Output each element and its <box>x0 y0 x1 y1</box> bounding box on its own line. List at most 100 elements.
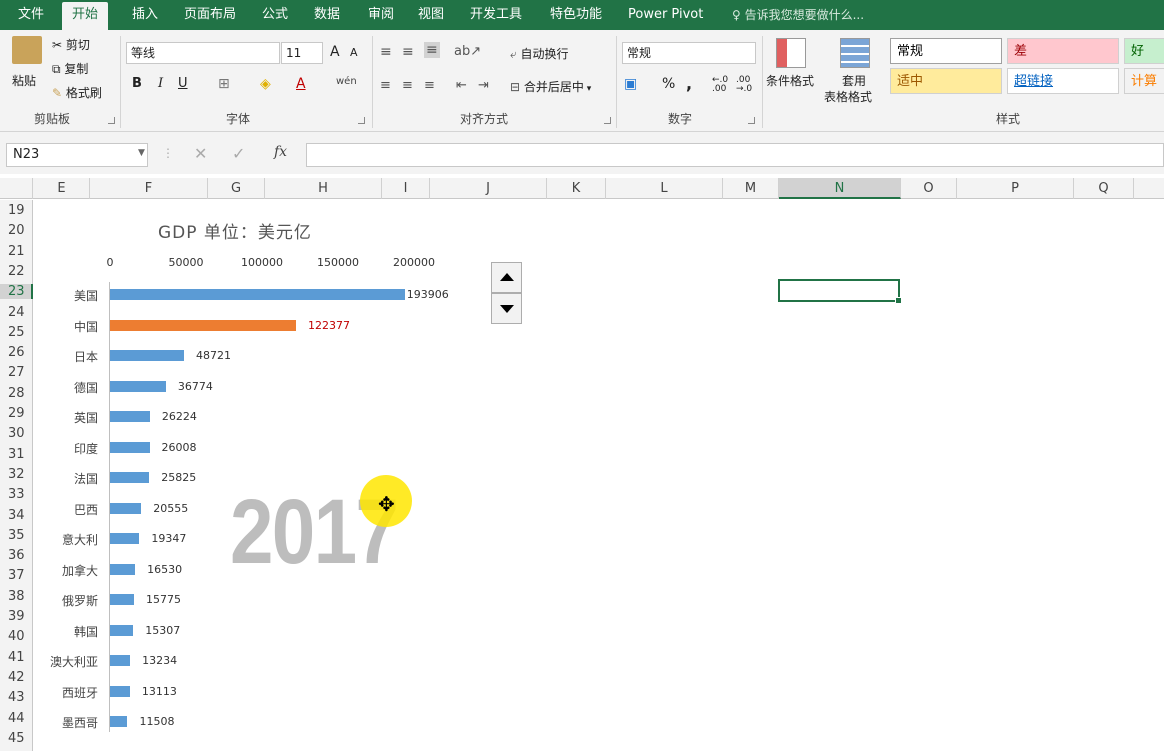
cancel-icon[interactable]: ✕ <box>194 144 207 163</box>
select-all-corner[interactable] <box>0 178 33 199</box>
align-bottom-icon[interactable]: ≡ <box>424 42 440 58</box>
column-header-I[interactable]: I <box>382 178 430 199</box>
column-header-Q[interactable]: Q <box>1074 178 1134 199</box>
increase-decimal-button[interactable]: ←.0 .00 <box>712 76 728 94</box>
underline-button[interactable]: U <box>178 76 188 91</box>
column-header-F[interactable]: F <box>90 178 208 199</box>
selected-cell[interactable] <box>778 279 902 304</box>
align-left-icon[interactable]: ≡ <box>380 78 391 93</box>
row-header-42[interactable]: 42 <box>0 670 33 685</box>
orientation-icon[interactable]: ab↗ <box>454 44 481 59</box>
borders-icon[interactable]: ⊞ <box>218 76 230 92</box>
row-header-20[interactable]: 20 <box>0 223 33 238</box>
row-header-34[interactable]: 34 <box>0 508 33 523</box>
increase-indent-icon[interactable]: ⇥ <box>478 78 489 93</box>
row-header-39[interactable]: 39 <box>0 609 33 624</box>
name-box[interactable]: N23 <box>6 143 148 167</box>
phonetic-button[interactable]: wén <box>336 76 357 87</box>
column-header-O[interactable]: O <box>901 178 957 199</box>
currency-icon[interactable]: ▣ <box>624 76 637 92</box>
row-header-26[interactable]: 26 <box>0 345 33 360</box>
tell-me[interactable]: ♀ 告诉我您想要做什么... <box>0 0 1164 30</box>
align-middle-icon[interactable]: ≡ <box>402 44 414 60</box>
tell-me-search[interactable]: ♀ 告诉我您想要做什么... <box>732 0 864 30</box>
row-header-30[interactable]: 30 <box>0 426 33 441</box>
enter-icon[interactable]: ✓ <box>232 144 245 163</box>
row-header-40[interactable]: 40 <box>0 629 33 644</box>
cell-style-3[interactable]: 适中 <box>890 68 1002 94</box>
cell-style-1[interactable]: 差 <box>1007 38 1119 64</box>
row-header-32[interactable]: 32 <box>0 467 33 482</box>
wrap-text-button[interactable]: ⤶ 自动换行 <box>510 45 569 62</box>
column-header-P[interactable]: P <box>957 178 1074 199</box>
merge-center-button[interactable]: ⊟ 合并后居中 ▾ <box>510 78 591 95</box>
shrink-font-button[interactable]: A <box>350 46 358 59</box>
row-header-24[interactable]: 24 <box>0 305 33 320</box>
row-header-31[interactable]: 31 <box>0 447 33 462</box>
column-header-J[interactable]: J <box>430 178 547 199</box>
row-header-45[interactable]: 45 <box>0 731 33 746</box>
column-header-H[interactable]: H <box>265 178 382 199</box>
row-header-36[interactable]: 36 <box>0 548 33 563</box>
row-header-38[interactable]: 38 <box>0 589 33 604</box>
copy-button[interactable]: ⧉ 复制 <box>52 60 88 77</box>
row-header-43[interactable]: 43 <box>0 690 33 705</box>
italic-button[interactable]: I <box>158 76 163 91</box>
alignment-launcher-icon[interactable] <box>604 117 611 124</box>
number-launcher-icon[interactable] <box>748 117 755 124</box>
percent-button[interactable]: % <box>662 76 675 92</box>
paste-icon[interactable] <box>12 36 42 64</box>
row-header-28[interactable]: 28 <box>0 386 33 401</box>
spin-up-button[interactable] <box>491 262 522 293</box>
align-center-icon[interactable]: ≡ <box>402 78 413 93</box>
format-as-table-icon[interactable] <box>840 38 870 68</box>
comma-button[interactable]: , <box>686 74 692 93</box>
row-header-19[interactable]: 19 <box>0 203 33 218</box>
row-header-29[interactable]: 29 <box>0 406 33 421</box>
format-painter-button[interactable]: ✎ 格式刷 <box>52 84 102 101</box>
row-header-21[interactable]: 21 <box>0 244 33 259</box>
font-name-select[interactable]: 等线 <box>126 42 280 64</box>
function-button[interactable]: fx <box>274 144 287 160</box>
formula-input[interactable] <box>306 143 1164 167</box>
row-header-44[interactable]: 44 <box>0 711 33 726</box>
row-header-27[interactable]: 27 <box>0 365 33 380</box>
paste-button[interactable]: 粘贴 <box>12 72 36 89</box>
bold-button[interactable]: B <box>132 76 142 91</box>
row-header-37[interactable]: 37 <box>0 568 33 583</box>
font-size-select[interactable]: 11 <box>281 42 323 64</box>
font-color-icon[interactable]: A <box>296 76 306 92</box>
row-header-25[interactable]: 25 <box>0 325 33 340</box>
worksheet[interactable] <box>34 200 1164 751</box>
cell-style-5[interactable]: 计算 <box>1124 68 1164 94</box>
column-header-N[interactable]: N <box>779 178 901 199</box>
format-as-table-bottom[interactable]: 表格格式 <box>824 88 872 105</box>
row-header-41[interactable]: 41 <box>0 650 33 665</box>
column-header-M[interactable]: M <box>723 178 779 199</box>
clipboard-launcher-icon[interactable] <box>108 117 115 124</box>
column-header-G[interactable]: G <box>208 178 265 199</box>
conditional-format-icon[interactable] <box>776 38 806 68</box>
column-header-E[interactable]: E <box>34 178 90 199</box>
row-header-23[interactable]: 23 <box>0 284 33 300</box>
number-format-select[interactable]: 常规 <box>622 42 756 64</box>
decrease-decimal-button[interactable]: .00 →.0 <box>736 76 752 94</box>
grow-font-button[interactable]: A <box>330 44 340 60</box>
cell-style-0[interactable]: 常规 <box>890 38 1002 64</box>
name-box-dropdown-icon[interactable]: ▼ <box>138 148 145 158</box>
cell-style-4[interactable]: 超链接 <box>1007 68 1119 94</box>
conditional-format-button[interactable]: 条件格式 <box>766 72 814 89</box>
column-header-K[interactable]: K <box>547 178 606 199</box>
column-header-L[interactable]: L <box>606 178 723 199</box>
decrease-indent-icon[interactable]: ⇤ <box>456 78 467 93</box>
align-top-icon[interactable]: ≡ <box>380 44 392 60</box>
font-launcher-icon[interactable] <box>358 117 365 124</box>
cell-style-2[interactable]: 好 <box>1124 38 1164 64</box>
row-header-22[interactable]: 22 <box>0 264 33 279</box>
row-header-33[interactable]: 33 <box>0 487 33 502</box>
row-header-35[interactable]: 35 <box>0 528 33 543</box>
format-as-table-top[interactable]: 套用 <box>842 72 866 89</box>
align-right-icon[interactable]: ≡ <box>424 78 435 93</box>
spin-down-button[interactable] <box>491 293 522 324</box>
fill-color-icon[interactable]: ◈ <box>260 76 271 92</box>
